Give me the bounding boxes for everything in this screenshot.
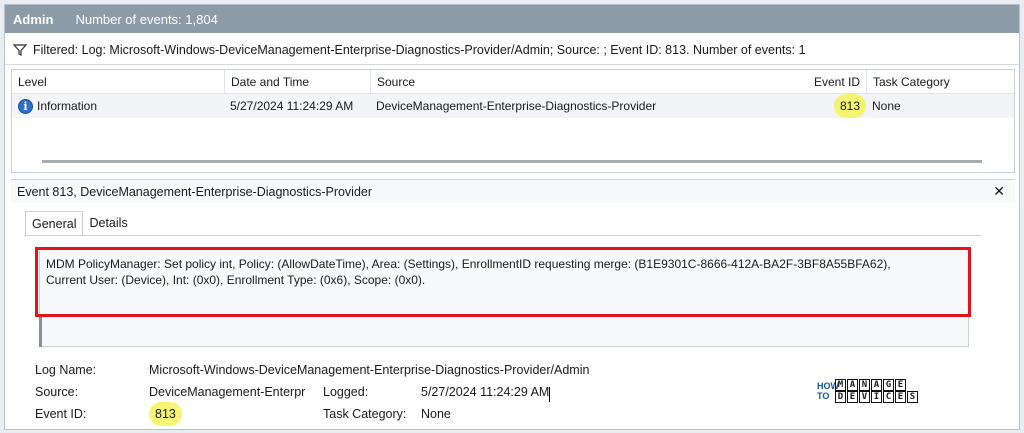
logo-letter: E: [895, 379, 906, 391]
log-title: Admin: [13, 11, 54, 27]
event-message-box[interactable]: MDM PolicyManager: Set policy int, Polic…: [39, 247, 969, 347]
logo-letter: C: [883, 391, 894, 403]
events-grid: Level Date and Time Source Event ID Task…: [11, 69, 1015, 173]
logo-letter: D: [835, 391, 846, 403]
logo-boxes: MANAGE DEVICES: [835, 379, 919, 403]
cell-task-category: None: [872, 99, 901, 113]
cell-date: 5/27/2024 11:24:29 AM: [230, 99, 354, 113]
column-header-source[interactable]: Source: [370, 70, 694, 93]
event-viewer-window: Admin Number of events: 1,804 Filtered: …: [4, 4, 1020, 430]
message-scrollbar[interactable]: [39, 317, 42, 347]
tab-general[interactable]: General: [25, 211, 84, 235]
event-message-line-2: Current User: (Device), Int: (0x0), Enro…: [46, 273, 426, 287]
source-label: Source:: [35, 385, 79, 399]
logo-letter: A: [871, 379, 882, 391]
detail-tabs: General Details: [25, 211, 134, 235]
logo-letter: V: [859, 391, 870, 403]
cell-level: i Information: [12, 94, 224, 118]
logo-how-to: HOW TO: [817, 381, 839, 401]
log-name-label: Log Name:: [35, 363, 97, 377]
event-id-highlight: 813: [833, 94, 866, 118]
horizontal-scrollbar[interactable]: [42, 160, 982, 163]
event-message-line-1: MDM PolicyManager: Set policy int, Polic…: [46, 257, 891, 271]
logo-how: HOW: [817, 381, 839, 391]
task-category-value: None: [421, 407, 451, 421]
event-detail-title: Event 813, DeviceManagement-Enterprise-D…: [17, 184, 373, 199]
column-header-task-category[interactable]: Task Category: [866, 70, 1014, 93]
information-icon: i: [18, 98, 33, 114]
logo-letter: A: [847, 379, 858, 391]
column-header-level[interactable]: Level: [12, 70, 224, 93]
close-icon[interactable]: ✕: [993, 183, 1005, 200]
filter-icon: [13, 43, 27, 56]
log-header: Admin Number of events: 1,804: [5, 5, 1019, 33]
event-id-value: 813: [155, 407, 176, 421]
logged-value: 5/27/2024 11:24:29 AM: [421, 385, 550, 399]
logo-letter: E: [895, 391, 906, 403]
how-to-manage-devices-logo: HOW TO MANAGE DEVICES: [817, 373, 919, 409]
text-cursor: [549, 387, 550, 402]
logo-to: TO: [817, 391, 830, 401]
filter-bar: Filtered: Log: Microsoft-Windows-DeviceM…: [5, 35, 1019, 65]
event-id-label: Event ID:: [35, 407, 87, 421]
event-count: Number of events: 1,804: [75, 11, 218, 27]
filter-text: Filtered: Log: Microsoft-Windows-DeviceM…: [33, 42, 806, 57]
cell-event-id-text: 813: [839, 99, 860, 113]
grid-header: Level Date and Time Source Event ID Task…: [12, 70, 1014, 94]
table-row[interactable]: i Information 5/27/2024 11:24:29 AM Devi…: [12, 94, 1014, 118]
cell-level-text: Information: [37, 99, 98, 113]
event-id-value-highlight: 813: [149, 402, 182, 426]
task-category-label: Task Category:: [323, 407, 407, 421]
logo-letter: G: [883, 379, 894, 391]
logo-letter: I: [871, 391, 882, 403]
log-name-value: Microsoft-Windows-DeviceManagement-Enter…: [149, 363, 590, 377]
column-header-date[interactable]: Date and Time: [224, 70, 370, 93]
logo-letter: M: [835, 379, 846, 391]
source-value: DeviceManagement-Enterpr: [149, 385, 306, 399]
cell-source: DeviceManagement-Enterprise-Diagnostics-…: [376, 99, 657, 113]
logo-letter: E: [847, 391, 858, 403]
logo-manage: MANAGE: [835, 379, 919, 391]
column-header-event-id[interactable]: Event ID: [694, 70, 866, 93]
cell-event-id: 813: [694, 94, 866, 118]
tab-details[interactable]: Details: [83, 211, 133, 235]
event-detail-header: Event 813, DeviceManagement-Enterprise-D…: [11, 179, 1015, 203]
logo-letter: N: [859, 379, 870, 391]
logo-letter: S: [907, 391, 918, 403]
logo-devices: DEVICES: [835, 391, 919, 403]
logged-label: Logged:: [323, 385, 369, 399]
